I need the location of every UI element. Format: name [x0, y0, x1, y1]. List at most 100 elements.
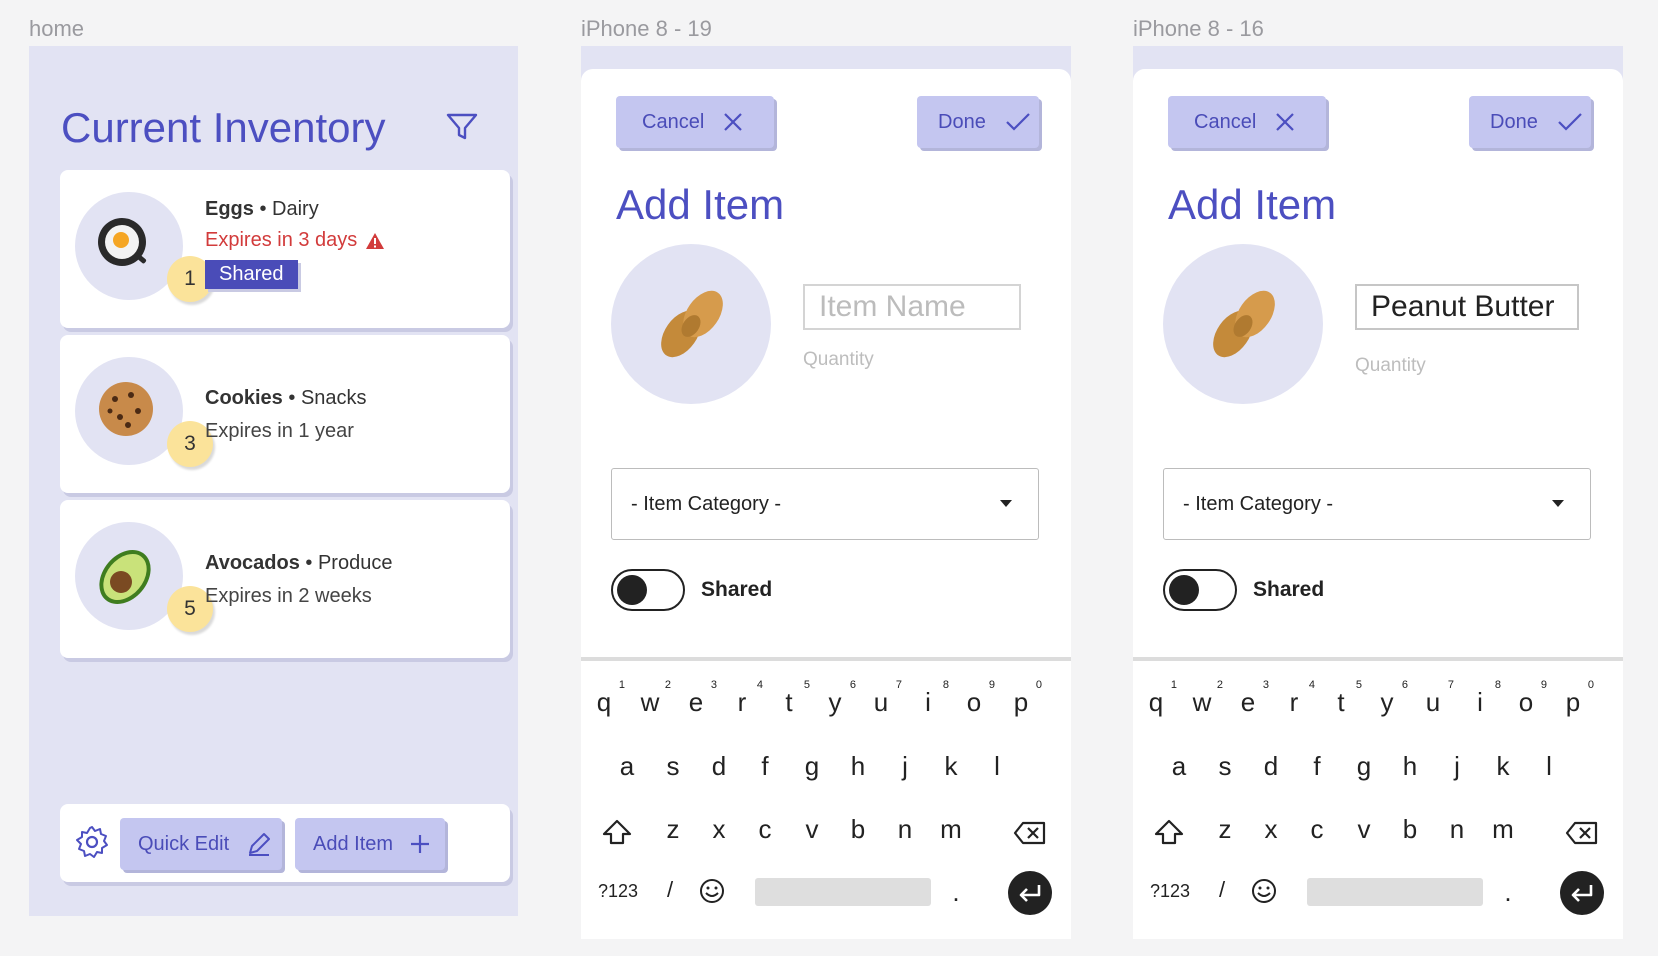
item-title: Cookies • Snacks	[205, 387, 367, 409]
key-c[interactable]: c	[750, 814, 780, 845]
space-bar[interactable]	[755, 878, 931, 906]
add-item-button[interactable]: Add Item	[295, 818, 445, 870]
slash-key[interactable]: /	[1207, 877, 1237, 903]
key-f[interactable]: f	[1302, 751, 1332, 782]
frame-label-iphone-19: iPhone 8 - 19	[581, 16, 712, 41]
key-y[interactable]: y6	[820, 679, 857, 718]
key-e[interactable]: e3	[1233, 679, 1269, 718]
symbols-key[interactable]: ?123	[595, 881, 641, 902]
key-a[interactable]: a	[612, 751, 642, 782]
enter-key[interactable]	[1560, 871, 1604, 915]
key-j[interactable]: j	[1442, 751, 1472, 782]
key-i[interactable]: i8	[913, 679, 949, 718]
done-button[interactable]: Done	[1469, 96, 1591, 148]
page-title: Current Inventory	[61, 104, 386, 151]
key-y[interactable]: y6	[1372, 679, 1409, 718]
key-z[interactable]: z	[658, 814, 688, 845]
emoji-icon[interactable]	[1250, 877, 1278, 905]
key-v[interactable]: v	[797, 814, 827, 845]
category-select[interactable]: - Item Category -	[1163, 468, 1591, 540]
enter-key[interactable]	[1008, 871, 1052, 915]
key-s[interactable]: s	[658, 751, 688, 782]
filter-icon[interactable]	[445, 110, 479, 144]
cancel-button[interactable]: Cancel	[616, 96, 774, 148]
key-g[interactable]: g	[797, 751, 827, 782]
period-key[interactable]: .	[941, 877, 971, 908]
key-m[interactable]: m	[1488, 814, 1518, 845]
key-l[interactable]: l	[982, 751, 1012, 782]
item-photo[interactable]	[611, 244, 771, 404]
key-v[interactable]: v	[1349, 814, 1379, 845]
gear-icon[interactable]	[74, 824, 110, 860]
key-u[interactable]: u7	[1418, 679, 1454, 718]
item-name-input[interactable]: Item Name	[803, 284, 1021, 330]
key-k[interactable]: k	[936, 751, 966, 782]
shift-icon[interactable]	[1153, 818, 1185, 846]
key-d[interactable]: d	[1256, 751, 1286, 782]
key-o[interactable]: o9	[1511, 679, 1547, 718]
key-m[interactable]: m	[936, 814, 966, 845]
key-g[interactable]: g	[1349, 751, 1379, 782]
add-item-screen-empty: Cancel Done Add Item Item Name Quantity …	[581, 46, 1071, 939]
key-b[interactable]: b	[843, 814, 873, 845]
key-p[interactable]: p0	[1006, 679, 1042, 718]
key-e[interactable]: e3	[681, 679, 717, 718]
modal-sheet: Cancel Done Add Item Item Name Quantity …	[581, 69, 1071, 939]
shared-toggle[interactable]	[611, 569, 685, 611]
key-r[interactable]: r4	[727, 679, 763, 718]
page-title: Add Item	[616, 181, 785, 228]
backspace-icon[interactable]	[1565, 820, 1599, 846]
inventory-card-cookies[interactable]: 3 Cookies • Snacks Expires in 1 year	[60, 335, 510, 493]
close-icon	[1276, 113, 1295, 131]
key-j[interactable]: j	[890, 751, 920, 782]
item-name-input[interactable]: Peanut Butter	[1355, 284, 1579, 330]
key-r[interactable]: r4	[1279, 679, 1315, 718]
done-button[interactable]: Done	[917, 96, 1039, 148]
emoji-icon[interactable]	[698, 877, 726, 905]
shared-toggle[interactable]	[1163, 569, 1237, 611]
quick-edit-button[interactable]: Quick Edit	[120, 818, 282, 870]
key-d[interactable]: d	[704, 751, 734, 782]
key-t[interactable]: t5	[1326, 679, 1362, 718]
key-h[interactable]: h	[1395, 751, 1425, 782]
key-i[interactable]: i8	[1465, 679, 1501, 718]
key-p[interactable]: p0	[1558, 679, 1594, 718]
key-w[interactable]: w2	[635, 679, 671, 718]
key-n[interactable]: n	[1442, 814, 1472, 845]
key-z[interactable]: z	[1210, 814, 1240, 845]
item-photo[interactable]	[1163, 244, 1323, 404]
key-a[interactable]: a	[1164, 751, 1194, 782]
space-bar[interactable]	[1307, 878, 1483, 906]
key-b[interactable]: b	[1395, 814, 1425, 845]
key-q[interactable]: q1	[589, 679, 625, 718]
key-x[interactable]: x	[1256, 814, 1286, 845]
page-title: Add Item	[1168, 181, 1337, 228]
period-key[interactable]: .	[1493, 877, 1523, 908]
key-x[interactable]: x	[704, 814, 734, 845]
inventory-card-avocados[interactable]: 5 Avocados • Produce Expires in 2 weeks	[60, 500, 510, 658]
key-o[interactable]: o9	[959, 679, 995, 718]
inventory-card-eggs[interactable]: 1 Eggs • Dairy Expires in 3 days Shared	[60, 170, 510, 328]
item-info: Cookies • Snacks Expires in 1 year	[205, 387, 367, 443]
quantity-field[interactable]: Quantity	[1355, 355, 1426, 377]
quantity-field[interactable]: Quantity	[803, 349, 874, 371]
cancel-button[interactable]: Cancel	[1168, 96, 1326, 148]
key-w[interactable]: w2	[1187, 679, 1223, 718]
backspace-icon[interactable]	[1013, 820, 1047, 846]
key-f[interactable]: f	[750, 751, 780, 782]
key-k[interactable]: k	[1488, 751, 1518, 782]
key-h[interactable]: h	[843, 751, 873, 782]
expiry-text: Expires in 3 days	[205, 229, 358, 251]
symbols-key[interactable]: ?123	[1147, 881, 1193, 902]
key-l[interactable]: l	[1534, 751, 1564, 782]
shift-icon[interactable]	[601, 818, 633, 846]
key-c[interactable]: c	[1302, 814, 1332, 845]
key-s[interactable]: s	[1210, 751, 1240, 782]
slash-key[interactable]: /	[655, 877, 685, 903]
key-u[interactable]: u7	[866, 679, 902, 718]
close-icon	[724, 113, 743, 131]
category-select[interactable]: - Item Category -	[611, 468, 1039, 540]
key-t[interactable]: t5	[774, 679, 810, 718]
key-n[interactable]: n	[890, 814, 920, 845]
key-q[interactable]: q1	[1141, 679, 1177, 718]
